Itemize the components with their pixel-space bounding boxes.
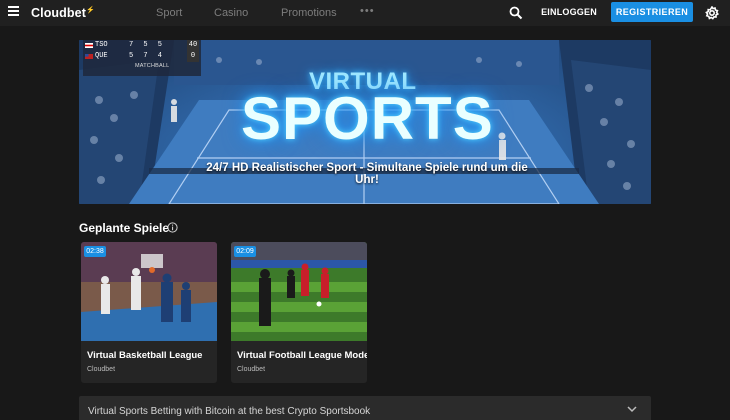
time-badge: 02:38 (84, 246, 106, 257)
logo-mark: ⚡ (85, 7, 95, 14)
hamburger-icon[interactable] (8, 6, 20, 18)
scoreboard: TSO 7 5 5 40 QUE 5 7 4 0 MATCHBALL (83, 40, 201, 76)
set-scores: 7 5 5 (129, 41, 166, 49)
game-provider: Cloudbet (237, 366, 266, 373)
logo[interactable]: Cloudbet⚡ (31, 6, 95, 20)
accordion-title: Virtual Sports Betting with Bitcoin at t… (88, 406, 371, 417)
game-thumbnail: 02:38 (81, 242, 217, 341)
team-name: QUE (95, 52, 108, 60)
flag-icon (85, 54, 93, 59)
game-title: Virtual Football League Mode (237, 350, 367, 361)
time-badge: 02:09 (234, 246, 256, 257)
game-thumbnail: 02:09 (231, 242, 367, 341)
game-card[interactable]: 02:09 Virtual Football League Mode Cloud… (231, 242, 367, 383)
game-card[interactable]: 02:38 Virtual Basketball League Cloudbet (81, 242, 217, 383)
search-icon[interactable] (509, 6, 523, 20)
login-button[interactable]: EINLOGGEN (536, 2, 602, 22)
score-row: QUE 5 7 4 0 (83, 51, 201, 62)
hero-headline: SPORTS (241, 85, 494, 152)
nav-sport[interactable]: Sport (156, 7, 182, 19)
match-status: MATCHBALL (135, 63, 170, 69)
set-scores: 5 7 4 (129, 52, 166, 60)
hero-tagline: 24/7 HD Realistischer Sport - Simultane … (206, 162, 528, 186)
team-name: TSO (95, 41, 108, 49)
logo-text: Cloudbet (31, 6, 86, 20)
section-title: Geplante Spiele (79, 221, 170, 235)
nav-casino[interactable]: Casino (214, 7, 248, 19)
top-bar: Cloudbet⚡ Sport Casino Promotions ••• EI… (0, 0, 730, 26)
hero-banner[interactable]: TSO 7 5 5 40 QUE 5 7 4 0 MATCHBALL VIRTU… (79, 40, 651, 204)
flag-icon (85, 43, 93, 48)
seo-accordion[interactable]: Virtual Sports Betting with Bitcoin at t… (79, 396, 651, 420)
game-score: 0 (187, 51, 199, 62)
chevron-down-icon (627, 406, 637, 413)
nav-promotions[interactable]: Promotions (281, 7, 337, 19)
game-title: Virtual Basketball League (87, 350, 203, 361)
info-icon[interactable] (167, 222, 178, 233)
game-provider: Cloudbet (87, 366, 116, 373)
register-button[interactable]: REGISTRIEREN (611, 2, 693, 22)
game-score: 40 (187, 40, 199, 51)
score-row: TSO 7 5 5 40 (83, 40, 201, 51)
gear-icon[interactable] (705, 6, 719, 20)
more-menu-button[interactable]: ••• (360, 5, 375, 17)
